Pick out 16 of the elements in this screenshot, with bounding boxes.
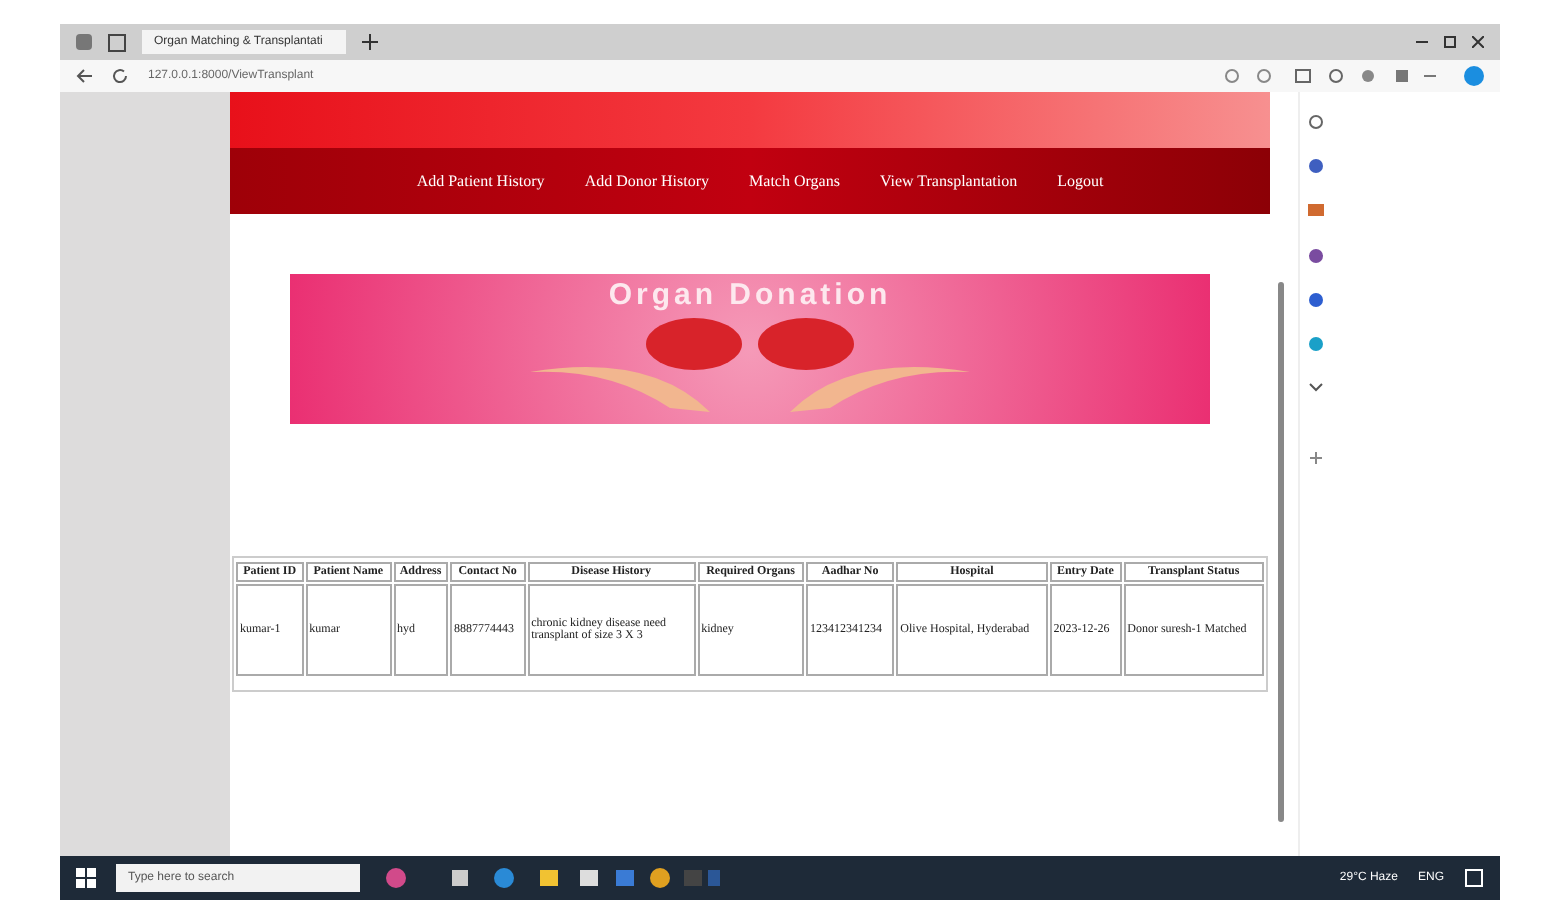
nav-link[interactable]: Logout xyxy=(1057,172,1104,190)
refresh-icon[interactable] xyxy=(112,68,128,84)
banner-title: Organ Donation xyxy=(608,278,892,312)
notification-icon[interactable] xyxy=(1464,868,1484,888)
nav-link[interactable]: View Transplantation xyxy=(879,172,1018,190)
nav-link[interactable]: Add Donor History xyxy=(584,172,710,190)
nav-link[interactable]: Match Organs xyxy=(749,172,840,190)
tab-actions-icon[interactable] xyxy=(108,33,126,51)
windows-start-icon[interactable] xyxy=(76,868,96,888)
nav-link[interactable]: Add Patient History xyxy=(416,172,545,190)
minimize-icon[interactable] xyxy=(1416,36,1428,48)
restore-icon[interactable] xyxy=(1444,36,1456,48)
new-tab-icon[interactable] xyxy=(362,34,378,50)
scrollbar-thumb[interactable] xyxy=(1278,282,1284,822)
back-icon[interactable] xyxy=(76,68,92,84)
close-icon[interactable] xyxy=(1472,36,1484,48)
